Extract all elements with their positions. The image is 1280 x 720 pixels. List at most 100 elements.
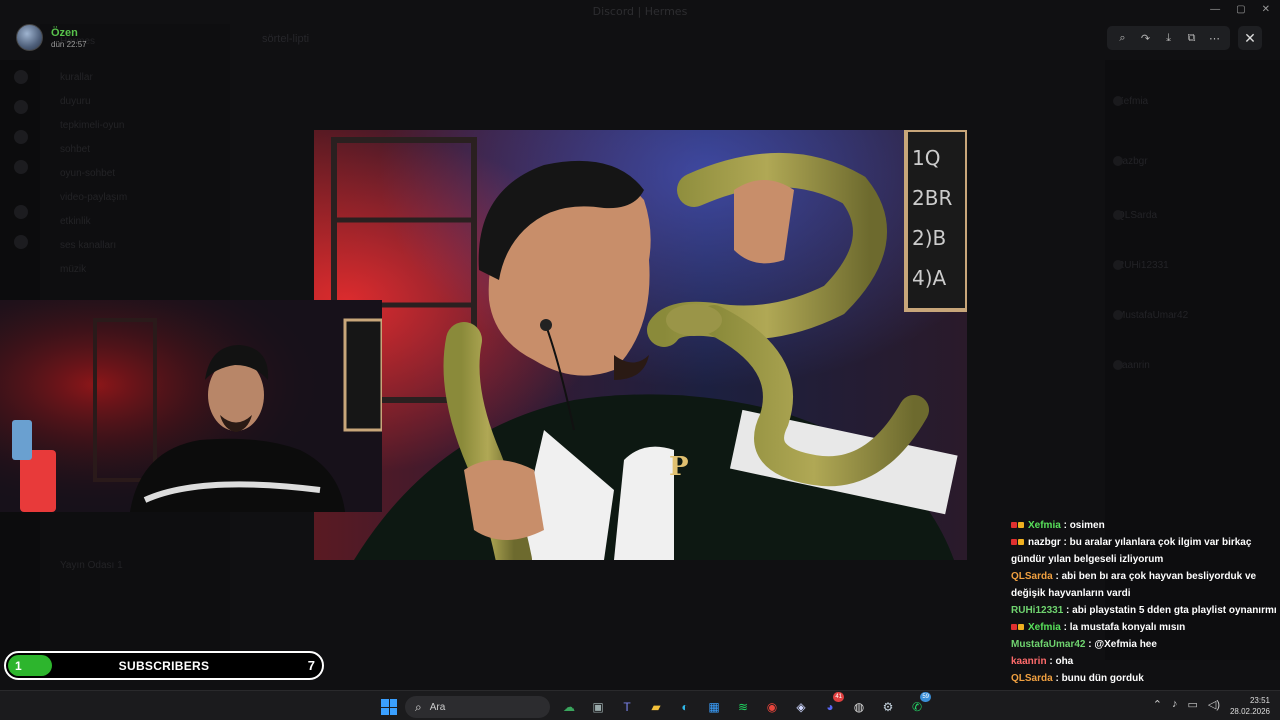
voice-channel[interactable]: Yayın Odası 1 [60,560,123,571]
member-item[interactable]: RUHi12331 [1113,260,1169,271]
svg-text:P: P [669,452,689,482]
chat-username[interactable]: RUHi12331 [1011,605,1063,616]
window-close-button[interactable]: ✕ [1262,4,1270,15]
channel-title: sörtel-lipti [262,33,310,45]
server-icon[interactable] [14,130,28,144]
chat-username[interactable]: Xefmia [1028,520,1061,531]
chevron-up-icon[interactable]: ⌃ [1153,698,1162,711]
task-view-icon[interactable]: ▣ [587,696,609,718]
app-glyph: ✆ [911,700,923,714]
server-icon[interactable] [14,100,28,114]
clock[interactable]: 23:51 28.02.2026 [1230,695,1270,717]
chat-message: nazbgr : bu aralar yılanlara çok ilgim v… [1011,534,1277,568]
chat-text: oha [1055,656,1074,667]
taskbar-apps: ☁ ▣ T ▰ ◐ ▦ ≋ ◉ ◈ ◕ 41 ◍ ⚙ ✆ 59 [558,692,931,718]
window-title: Discord | Hermes [592,5,688,18]
image-toolbar: ⌕ ↷ ⤓ ⧉ ⋯ [1107,26,1230,50]
photo-illustration: 1Q 2BR 2)B 4)A P [314,130,967,560]
maximize-button[interactable]: ▢ [1236,4,1245,15]
chat-text: abi playstatin 5 dden gta playlist oynan… [1072,605,1277,616]
network-icon[interactable]: ▭ [1187,698,1197,711]
more-icon[interactable]: ⋯ [1206,29,1224,47]
discord-icon[interactable]: ◕ 41 [819,692,844,718]
start-button[interactable] [381,699,397,715]
server-icon[interactable] [14,70,28,84]
chat-separator: : [1052,673,1062,684]
chat-separator: : [1063,605,1073,616]
server-icon[interactable] [14,205,28,219]
clock-time: 23:51 [1249,696,1270,705]
obs-icon[interactable]: ◈ [790,696,812,718]
teams-icon[interactable]: T [616,696,638,718]
subscriber-goal-bar: 1 SUBSCRIBERS 7 [4,651,324,680]
close-viewer-button[interactable]: ✕ [1238,26,1262,50]
whatsapp-icon[interactable]: ✆ 59 [906,692,931,718]
subscriber-label: SUBSCRIBERS [118,658,210,673]
member-avatar [1113,260,1123,270]
chat-username[interactable]: kaanrin [1011,656,1047,667]
app-glyph: ◍ [853,700,865,714]
channel-item[interactable]: duyuru [60,96,91,107]
chrome-icon[interactable]: ◉ [761,696,783,718]
steam-icon[interactable]: ⚙ [877,696,899,718]
chat-message: kaanrin : oha [1011,653,1277,670]
chat-message: Xefmia : osimen [1011,517,1277,534]
webcam-overlay [0,300,382,512]
chat-text: la mustafa konyalı mısın [1069,622,1186,633]
server-icon[interactable] [14,235,28,249]
channel-item[interactable]: kurallar [60,72,93,83]
member-item[interactable]: MustafaUmar42 [1113,310,1188,321]
spotify-icon[interactable]: ≋ [732,696,754,718]
app-glyph: ▰ [651,700,661,714]
channel-item[interactable]: etkinlik [60,216,91,227]
open-external-icon[interactable]: ⧉ [1183,29,1201,47]
member-item[interactable]: QLSarda [1113,210,1157,221]
upload-timestamp: dün 22:57 [51,39,87,49]
weather-icon[interactable]: ☁ [558,696,580,718]
channel-item[interactable]: sohbet [60,144,90,155]
member-item[interactable]: kaanrin [1113,360,1150,371]
notification-badge: 41 [833,692,844,702]
chat-username[interactable]: Xefmia [1028,622,1061,633]
chat-username[interactable]: MustafaUmar42 [1011,639,1085,650]
chat-username[interactable]: nazbgr [1028,537,1061,548]
channel-item[interactable]: video-paylaşım [60,192,127,203]
uploader-name[interactable]: Özen [51,27,87,39]
channel-category[interactable]: ses kanalları [60,240,116,251]
forward-icon[interactable]: ↷ [1137,29,1155,47]
avatar[interactable] [16,24,43,51]
channel-item[interactable]: müzik [60,264,86,275]
zoom-icon[interactable]: ⌕ [1114,29,1132,47]
download-icon[interactable]: ⤓ [1160,29,1178,47]
volume-icon[interactable]: ◁) [1208,698,1220,711]
system-tray: ⌃ ♪ ▭ ◁) [1153,698,1220,711]
chat-text: @Xefmia hee [1094,639,1157,650]
channel-item[interactable]: oyun-sohbet [60,168,115,179]
member-avatar [1113,360,1123,370]
store-icon[interactable]: ▦ [703,696,725,718]
webcam-illustration [0,300,382,512]
obs-studio-icon[interactable]: ◍ [848,696,870,718]
file-explorer-icon[interactable]: ▰ [645,696,667,718]
chat-username[interactable]: QLSarda [1011,673,1053,684]
app-glyph: ☁ [563,700,575,714]
chat-separator: : [1060,537,1070,548]
chat-message: QLSarda : abi ben bı ara çok hayvan besl… [1011,568,1277,602]
svg-text:4)A: 4)A [912,266,947,290]
taskbar-search[interactable]: ⌕ Ara [405,696,550,718]
viewed-image[interactable]: 1Q 2BR 2)B 4)A P [314,130,967,560]
microphone-icon[interactable]: ♪ [1172,698,1178,711]
edge-icon[interactable]: ◐ [674,696,696,718]
server-icon[interactable] [14,160,28,174]
minimize-button[interactable]: — [1210,4,1220,15]
app-glyph: ⚙ [882,700,894,714]
app-glyph: ≋ [737,700,749,714]
channel-item[interactable]: tepkimeli-oyun [60,120,124,131]
app-glyph: ◈ [796,700,806,714]
member-item[interactable]: Xefmia [1113,96,1148,107]
chat-username[interactable]: QLSarda [1011,571,1053,582]
badge-icon [1011,534,1025,551]
member-item[interactable]: nazbgr [1113,156,1148,167]
clock-date: 28.02.2026 [1229,707,1270,716]
app-glyph: T [623,700,631,714]
